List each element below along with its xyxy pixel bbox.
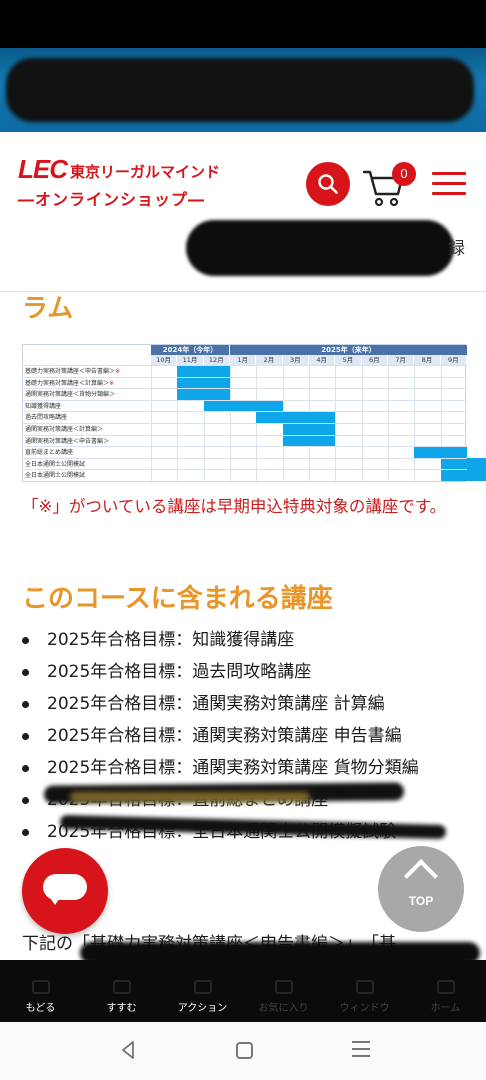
early-bird-note: 「※」がついている講座は早期申込特典対象の講座です。 (22, 497, 447, 516)
schedule-month-label: 9月 (440, 355, 467, 365)
schedule-row-label: 通関実務対策講座＜計算編＞ (25, 425, 104, 433)
toolbar-window-button[interactable]: ウィンドウ (324, 960, 405, 1022)
toolbar-label: ホーム (430, 1003, 461, 1014)
chat-bubble-tail-icon (48, 895, 62, 905)
menu-line-icon (432, 172, 466, 175)
search-icon (318, 174, 338, 194)
schedule-year-label: 2025年（来年） (230, 345, 467, 355)
toolbar-label: すすむ (106, 1003, 137, 1014)
chat-button[interactable] (22, 848, 108, 934)
schedule-month-label: 2月 (256, 355, 283, 365)
body-text-redacted (80, 942, 480, 960)
toolbar-forward-button[interactable]: すすむ (81, 960, 162, 1022)
schedule-row: 通関実務対策講座＜計算編＞ (23, 422, 467, 435)
early-bird-mark: ※ (115, 368, 121, 375)
course-list: 2025年合格目標：知識獲得講座 2025年合格目標：過去問攻略講座 2025年… (22, 624, 482, 848)
schedule-row-label: 基礎力実務対策講座＜申告書編＞※ (25, 368, 121, 375)
logo-brand: 東京リーガルマインド (70, 163, 221, 181)
schedule-month-label: 11月 (177, 355, 204, 365)
schedule-row: 全日本通関士公開模試 (23, 457, 467, 470)
section-heading-tail: ラム (22, 294, 74, 324)
search-button[interactable] (306, 162, 350, 206)
course-section-title: このコースに含まれる講座 (22, 584, 333, 614)
course-item: 2025年合格目標：通関実務対策講座 計算編 (22, 688, 482, 720)
browser-toolbar: もどる すすむ アクション お気に入り ウィンドウ ホーム (0, 960, 486, 1022)
schedule-row: 通関実務対策講座＜申告書編＞ (23, 434, 467, 447)
toolbar-label: アクション (177, 1003, 228, 1014)
schedule-month-label: 4月 (308, 355, 336, 365)
schedule-rows: 基礎力実務対策講座＜申告書編＞※ 基礎力実務対策講座＜計算編＞※ 通関実務対策講座＜… (23, 365, 467, 481)
forward-arrow-icon (112, 980, 131, 994)
menu-line-icon (432, 192, 466, 195)
schedule-row-label: 通関実務対策講座＜申告書編＞ (25, 437, 110, 445)
toolbar-label: お気に入り (258, 1003, 309, 1014)
schedule-month-label: 3月 (282, 355, 309, 365)
schedule-month-label: 6月 (361, 355, 388, 365)
schedule-month-label: 7月 (387, 355, 415, 365)
home-icon (436, 980, 455, 994)
nav-home-icon[interactable] (236, 1042, 253, 1059)
schedule-row: 基礎力実務対策講座＜申告書編＞※ (23, 365, 467, 377)
schedule-month-label: 12月 (203, 355, 230, 365)
redaction-mark (70, 792, 310, 802)
schedule-row: 知識獲得講座 (23, 399, 467, 412)
logo-mark: LEC (18, 154, 68, 184)
back-arrow-icon (31, 980, 50, 994)
toolbar-home-button[interactable]: ホーム (405, 960, 486, 1022)
back-to-top-button[interactable]: TOP (378, 846, 464, 932)
status-bar-redacted (0, 0, 486, 48)
schedule-row-label: 全日本通関士公開模試 (25, 472, 86, 480)
nav-recents-icon[interactable] (352, 1041, 370, 1059)
toolbar-label: もどる (25, 1003, 56, 1014)
address-bar-redacted[interactable] (6, 58, 474, 122)
header-link-redacted[interactable] (186, 220, 454, 276)
schedule-row-label: 知識獲得講座 (25, 402, 62, 410)
schedule-row-label: 全日本通関士公開模試 (25, 460, 86, 468)
android-navigation-bar (0, 1022, 486, 1080)
action-icon (193, 980, 212, 994)
course-item: 2025年合格目標：通関実務対策講座 申告書編 (22, 720, 482, 752)
schedule-month-label: 5月 (335, 355, 362, 365)
schedule-year-header: 2024年（今年） 2025年（来年） (151, 345, 467, 355)
schedule-month-label: 1月 (229, 355, 257, 365)
cart-button[interactable]: 0 (362, 160, 418, 210)
schedule-row-label: 直前総まとめ講座 (25, 449, 74, 457)
logo-subtitle: ―オンラインショップ― (18, 190, 206, 209)
schedule-row: 直前総まとめ講座 (23, 446, 467, 458)
schedule-row-label: 基礎力実務対策講座＜計算編＞※ (25, 379, 115, 387)
schedule-row: 基礎力実務対策講座＜計算編＞※ (23, 376, 467, 389)
early-bird-mark: ※ (109, 379, 115, 387)
star-icon (274, 980, 293, 994)
toolbar-label: ウィンドウ (339, 1003, 390, 1014)
site-header: LEC 東京リーガルマインド ―オンラインショップ― 0 録 (0, 132, 486, 292)
nav-back-icon[interactable] (118, 1040, 138, 1060)
course-item: 2025年合格目標：通関実務対策講座 貨物分類編 (22, 752, 482, 784)
window-icon (355, 980, 374, 994)
top-label: TOP (408, 894, 434, 908)
chevron-up-icon (404, 859, 438, 893)
course-item: 2025年合格目標：知識獲得講座 (22, 624, 482, 656)
schedule-row-label: 通関実務対策講座＜貨物分類編＞ (25, 391, 116, 399)
schedule-row-label: 過去問攻略講座 (25, 414, 68, 422)
cart-count-badge: 0 (392, 162, 416, 186)
header-link-tail: 録 (448, 239, 465, 259)
toolbar-bookmarks-button[interactable]: お気に入り (243, 960, 324, 1022)
schedule-chart: 2024年（今年） 2025年（来年） 10月 11月 12月 1月 2月 3月 4月 5月 6月… (22, 344, 486, 483)
toolbar-action-button[interactable]: アクション (162, 960, 243, 1022)
schedule-row: 全日本通関士公開模試 (23, 469, 467, 481)
schedule-row: 過去問攻略講座 (23, 411, 467, 423)
schedule-row: 通関実務対策講座＜貨物分類編＞ (23, 388, 467, 400)
main-content: ラム 2024年（今年） 2025年（来年） 10月 11月 12月 1月 2月 3月 4月 5… (0, 292, 486, 960)
schedule-year-label: 2024年（今年） (151, 345, 230, 355)
schedule-month-label: 10月 (151, 355, 178, 365)
schedule-month-header: 10月 11月 12月 1月 2月 3月 4月 5月 6月 7月 8月 9月 (151, 355, 467, 365)
hamburger-menu-button[interactable] (432, 172, 466, 198)
toolbar-back-button[interactable]: もどる (0, 960, 81, 1022)
lec-logo[interactable]: LEC 東京リーガルマインド ―オンラインショップ― (18, 156, 258, 210)
course-item: 2025年合格目標：過去問攻略講座 (22, 656, 482, 688)
menu-line-icon (432, 182, 466, 185)
schedule-month-label: 8月 (414, 355, 441, 365)
